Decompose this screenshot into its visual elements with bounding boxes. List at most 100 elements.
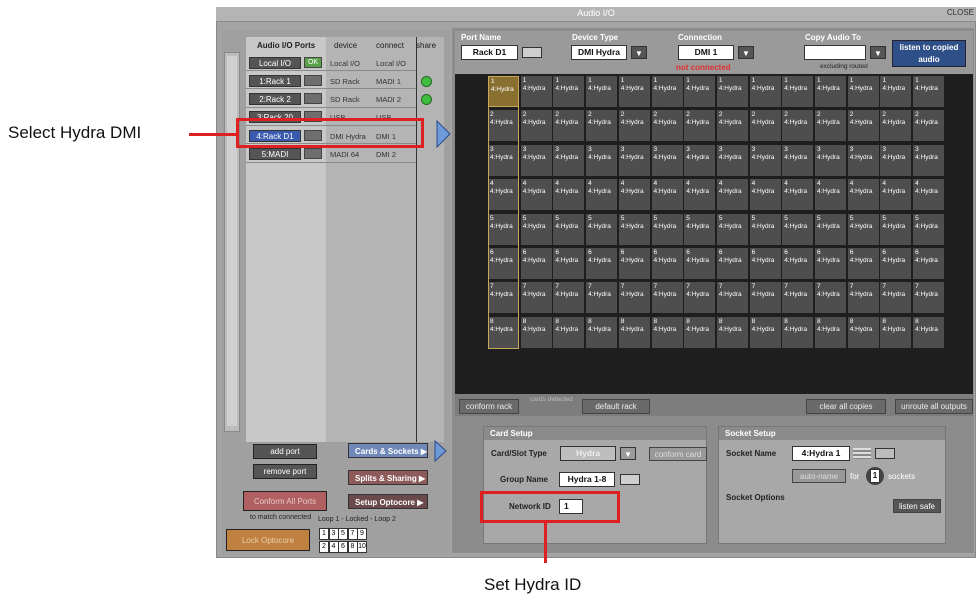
socket-cell[interactable]: 1 4:Hydra	[586, 76, 618, 107]
socket-cell[interactable]: 8 4:Hydra	[684, 316, 716, 348]
socket-cell[interactable]: 5 4:Hydra	[684, 213, 716, 245]
socket-cell[interactable]: 3 4:Hydra	[913, 144, 945, 176]
socket-cell[interactable]: 4 4:Hydra	[815, 179, 846, 211]
socket-cell[interactable]: 4 4:Hydra	[880, 179, 912, 211]
socket-cell[interactable]: 6 4:Hydra	[651, 248, 683, 279]
socket-cell[interactable]: 7 4:Hydra	[782, 282, 814, 314]
socket-cell[interactable]: 2 4:Hydra	[749, 110, 781, 142]
port-row[interactable]: Local I/O OK Local I/O Local I/O	[246, 56, 444, 70]
socket-cell[interactable]: 8 4:Hydra	[520, 316, 552, 348]
socket-cell[interactable]: 2 4:Hydra	[880, 110, 912, 142]
socket-cell[interactable]: 3 4:Hydra	[520, 144, 552, 176]
socket-cell[interactable]: 1 4:Hydra	[553, 76, 585, 107]
socket-cell[interactable]: 2 4:Hydra	[553, 110, 585, 142]
socket-cell[interactable]: 8 4:Hydra	[815, 316, 846, 348]
socket-cell[interactable]: 5 4:Hydra	[847, 213, 879, 245]
socket-cell[interactable]: 2 4:Hydra	[913, 110, 945, 142]
keyboard-icon[interactable]	[522, 47, 542, 58]
socket-cell[interactable]: 6 4:Hydra	[749, 248, 781, 279]
socket-cell[interactable]: 1 4:Hydra	[716, 76, 748, 107]
socket-cell[interactable]: 3 4:Hydra	[716, 144, 748, 176]
socket-cell[interactable]: 4 4:Hydra	[913, 179, 945, 211]
socket-cell[interactable]: 7 4:Hydra	[618, 282, 650, 314]
default-rack-button[interactable]: default rack	[582, 399, 650, 414]
port-row[interactable]: 5:MADI MADI 64 DMI 2	[246, 147, 444, 161]
socket-cell[interactable]: 5 4:Hydra	[618, 213, 650, 245]
add-port-button[interactable]: add port	[253, 444, 317, 459]
tab-setup-optocore[interactable]: Setup Optocore ▶	[348, 494, 428, 509]
connection-select[interactable]: DMI 1	[678, 45, 734, 60]
socket-cell[interactable]: 6 4:Hydra	[880, 248, 912, 279]
conform-rack-button[interactable]: conform rack	[459, 399, 519, 414]
socket-cell[interactable]: 6 4:Hydra	[684, 248, 716, 279]
socket-cell[interactable]: 7 4:Hydra	[586, 282, 618, 314]
socket-cell[interactable]: 7 4:Hydra	[651, 282, 683, 314]
lock-optocore-button[interactable]: Lock Optocore	[226, 529, 310, 551]
socket-cell[interactable]: 6 4:Hydra	[847, 248, 879, 279]
socket-cell[interactable]: 3 4:Hydra	[684, 144, 716, 176]
socket-cell[interactable]: 2 4:Hydra	[586, 110, 618, 142]
socket-cell[interactable]: 1 4:Hydra	[520, 76, 552, 107]
socket-cell[interactable]: 5 4:Hydra	[586, 213, 618, 245]
connection-dropdown-icon[interactable]: ▼	[738, 46, 754, 59]
socket-cell[interactable]: 2 4:Hydra	[651, 110, 683, 142]
socket-cell[interactable]: 2 4:Hydra	[684, 110, 716, 142]
socket-cell[interactable]: 7 4:Hydra	[684, 282, 716, 314]
card-slot-dropdown-icon[interactable]: ▼	[620, 447, 636, 460]
socket-cell[interactable]: 1 4:Hydra	[651, 76, 683, 107]
socket-cell[interactable]: 4 4:Hydra	[782, 179, 814, 211]
socket-cell[interactable]: 8 4:Hydra	[651, 316, 683, 348]
port-row[interactable]: 2:Rack 2 SD Rack MADI 2	[246, 92, 444, 106]
socket-cell[interactable]: 4 4:Hydra	[586, 179, 618, 211]
socket-cell[interactable]: 7 4:Hydra	[847, 282, 879, 314]
auto-name-button[interactable]: auto-name	[792, 469, 846, 483]
socket-cell[interactable]: 5 4:Hydra	[880, 213, 912, 245]
socket-cell[interactable]: 6 4:Hydra	[618, 248, 650, 279]
socket-cell[interactable]: 2 4:Hydra	[782, 110, 814, 142]
socket-cell[interactable]: 3 4:Hydra	[880, 144, 912, 176]
socket-cell[interactable]: 5 4:Hydra	[749, 213, 781, 245]
listen-copied-audio-button[interactable]: listen to copied audio	[892, 40, 966, 67]
port-name-field[interactable]: Rack D1	[461, 45, 518, 60]
port-button[interactable]: 1:Rack 1	[249, 75, 301, 87]
socket-cell[interactable]: 2 4:Hydra	[520, 110, 552, 142]
socket-cell[interactable]: 5 4:Hydra	[553, 213, 585, 245]
socket-cell[interactable]: 7 4:Hydra	[913, 282, 945, 314]
socket-cell[interactable]: 3 4:Hydra	[618, 144, 650, 176]
socket-cell[interactable]: 4 4:Hydra	[618, 179, 650, 211]
port-check-box[interactable]	[304, 148, 322, 159]
port-check-box[interactable]	[304, 75, 322, 86]
socket-cell[interactable]: 4 4:Hydra	[847, 179, 879, 211]
share-led-icon[interactable]	[421, 76, 432, 87]
socket-cell[interactable]: 8 4:Hydra	[847, 316, 879, 348]
socket-cell[interactable]: 1 4:Hydra	[880, 76, 912, 107]
socket-cell[interactable]: 5 4:Hydra	[520, 213, 552, 245]
close-button[interactable]: CLOSE	[947, 8, 974, 17]
socket-cell[interactable]: 3 4:Hydra	[749, 144, 781, 176]
socket-cell[interactable]: 5 4:Hydra	[716, 213, 748, 245]
port-check-box[interactable]: OK	[304, 57, 322, 68]
device-type-dropdown-icon[interactable]: ▼	[631, 46, 647, 59]
socket-cell[interactable]: 7 4:Hydra	[815, 282, 846, 314]
socket-cell[interactable]: 1 4:Hydra	[618, 76, 650, 107]
socket-cell[interactable]: 4 4:Hydra	[520, 179, 552, 211]
socket-cell[interactable]: 3 4:Hydra	[815, 144, 846, 176]
tab-cards-sockets[interactable]: Cards & Sockets ▶	[348, 443, 428, 458]
conform-all-ports-button[interactable]: Conform All Ports	[243, 491, 327, 511]
socket-cell[interactable]: 5 4:Hydra	[782, 213, 814, 245]
socket-cell[interactable]: 3 4:Hydra	[782, 144, 814, 176]
socket-cell[interactable]: 2 4:Hydra	[847, 110, 879, 142]
socket-cell[interactable]: 4 4:Hydra	[651, 179, 683, 211]
socket-cell[interactable]: 8 4:Hydra	[716, 316, 748, 348]
ports-scroll-thumb[interactable]	[227, 56, 237, 426]
list-icon[interactable]	[853, 448, 871, 459]
socket-cell[interactable]: 6 4:Hydra	[782, 248, 814, 279]
socket-keyboard-icon[interactable]	[875, 448, 895, 459]
socket-cell[interactable]: 8 4:Hydra	[749, 316, 781, 348]
card-slot-type-select[interactable]: Hydra	[560, 446, 616, 461]
socket-cell[interactable]: 3 4:Hydra	[847, 144, 879, 176]
socket-cell[interactable]: 7 4:Hydra	[553, 282, 585, 314]
socket-cell[interactable]: 5 4:Hydra	[913, 213, 945, 245]
socket-cell[interactable]: 1 4:Hydra	[684, 76, 716, 107]
port-button[interactable]: 2:Rack 2	[249, 93, 301, 105]
